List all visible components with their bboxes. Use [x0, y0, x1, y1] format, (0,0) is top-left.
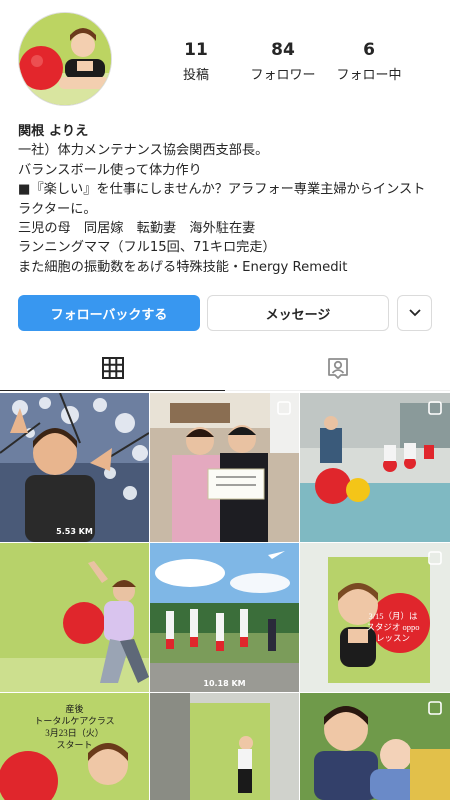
following-count: 6: [363, 40, 375, 60]
post-caption: 10.18 KM: [203, 679, 246, 688]
multiple-posts-icon: [428, 701, 442, 715]
posts-grid: 5.53 KM 10.18 KM 3/15（月）は スタジオ oppo レッスン…: [0, 393, 450, 800]
post-tile[interactable]: [150, 393, 299, 542]
followers-count: 84: [271, 40, 295, 60]
post-tile[interactable]: [150, 693, 299, 800]
tab-tagged[interactable]: [225, 345, 450, 391]
post-tile[interactable]: 10.18 KM: [150, 543, 299, 692]
following-stat[interactable]: 6 フォロー中: [324, 40, 414, 83]
tab-posts-grid[interactable]: [0, 345, 225, 391]
message-button[interactable]: メッセージ: [207, 295, 389, 331]
grid-icon: [101, 356, 124, 379]
posts-count: 11: [184, 40, 208, 60]
bio-line: ■『楽しい』を仕事にしませんか？アラフォー専業主婦からインストラクターに。: [18, 182, 426, 217]
posts-stat[interactable]: 11 投稿: [151, 40, 241, 83]
post-caption: 5.53 KM: [56, 527, 93, 536]
post-tile[interactable]: [0, 543, 149, 692]
bio-line: バランスボール使って体力作り: [18, 162, 202, 178]
profile-avatar[interactable]: [18, 12, 112, 106]
followers-label: フォロワー: [250, 68, 316, 83]
bio-line: また細胞の振動数をあげる特殊技能・Energy Remedit: [18, 259, 348, 275]
followers-stat[interactable]: 84 フォロワー: [238, 40, 328, 83]
post-caption: 産後 トータルケアクラス 3月23日（火） スタート: [34, 704, 115, 750]
bio-line: ランニングママ（フル15回、71キロ完走）: [18, 240, 276, 256]
tagged-person-icon: [327, 358, 348, 379]
post-tile[interactable]: 産後 トータルケアクラス 3月23日（火） スタート: [0, 693, 149, 800]
chevron-down-icon: [408, 309, 421, 317]
profile-header: 11 投稿 84 フォロワー 6 フォロー中: [0, 0, 450, 118]
suggested-accounts-button[interactable]: [397, 295, 432, 331]
multiple-posts-icon: [428, 401, 442, 415]
follow-back-button[interactable]: フォローバックする: [18, 295, 200, 331]
multiple-posts-icon: [277, 401, 291, 415]
profile-actions: フォローバックする メッセージ: [18, 295, 432, 331]
following-label: フォロー中: [336, 68, 402, 83]
profile-name: 関根 よりえ: [18, 124, 89, 139]
post-tile[interactable]: 3/15（月）は スタジオ oppo レッスン: [300, 543, 450, 692]
post-caption: 3/15（月）は スタジオ oppo レッスン: [366, 611, 420, 643]
profile-tabs: [0, 345, 450, 391]
multiple-posts-icon: [428, 551, 442, 565]
post-tile[interactable]: [300, 393, 450, 542]
bio-line: 三児の母 同居嫁 転勤妻 海外駐在妻: [18, 221, 256, 237]
bio-line: 一社）体力メンテナンス協会関西支部長。: [18, 143, 269, 159]
post-tile[interactable]: [300, 693, 450, 800]
post-tile[interactable]: 5.53 KM: [0, 393, 149, 542]
posts-label: 投稿: [182, 68, 209, 83]
profile-bio: 関根 よりえ 一社）体力メンテナンス協会関西支部長。 バランスボール使って体力作…: [18, 122, 438, 277]
